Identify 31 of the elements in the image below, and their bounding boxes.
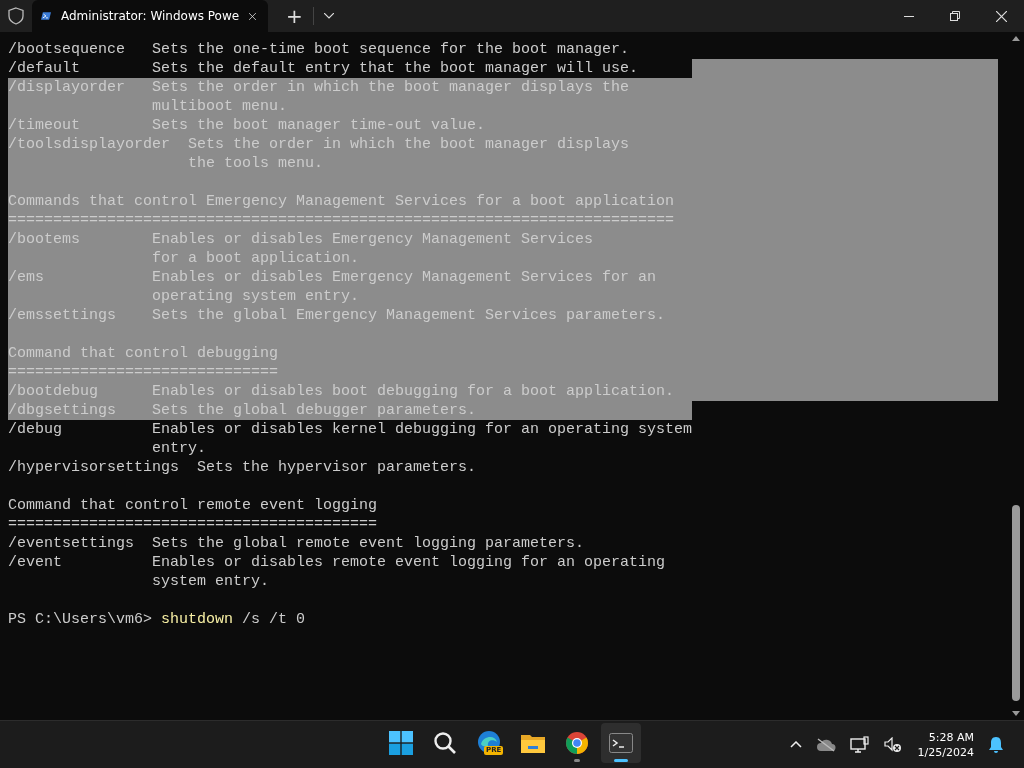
terminal-tab[interactable]: Administrator: Windows Powe (32, 0, 268, 32)
scrollbar[interactable] (1010, 36, 1022, 716)
windows-logo-icon (389, 731, 413, 755)
prompt-text: PS C:\Users\vm6> (8, 610, 154, 629)
powershell-icon (41, 9, 51, 23)
terminal-icon (609, 733, 633, 753)
scroll-down-icon[interactable] (1012, 711, 1020, 716)
tab-title: Administrator: Windows Powe (60, 9, 240, 23)
terminal-taskbar-button[interactable] (601, 723, 641, 763)
close-tab-icon[interactable] (249, 10, 256, 22)
network-monitor-icon[interactable] (849, 735, 870, 754)
chrome-icon (565, 731, 589, 755)
clock[interactable]: 5:28 AM 1/25/2024 (917, 729, 974, 760)
command-text: shutdown (161, 611, 234, 628)
folder-icon (520, 732, 546, 754)
minimize-icon (904, 15, 914, 17)
scroll-thumb[interactable] (1012, 505, 1020, 701)
cloud-off-icon[interactable] (815, 737, 836, 752)
search-icon (433, 731, 457, 755)
speaker-muted-icon[interactable] (883, 736, 902, 753)
clock-time: 5:28 AM (928, 729, 974, 745)
new-tab-button[interactable]: + (286, 6, 303, 26)
bell-icon[interactable] (988, 735, 1004, 754)
shield-icon (8, 7, 24, 25)
scroll-up-icon[interactable] (1012, 36, 1020, 41)
chevron-up-icon[interactable] (789, 741, 802, 748)
command-arguments: /s /t 0 (241, 611, 306, 628)
close-icon (995, 10, 1007, 22)
restore-icon (950, 11, 960, 21)
dropdown-icon[interactable] (323, 13, 334, 19)
clock-date: 1/25/2024 (917, 744, 974, 760)
